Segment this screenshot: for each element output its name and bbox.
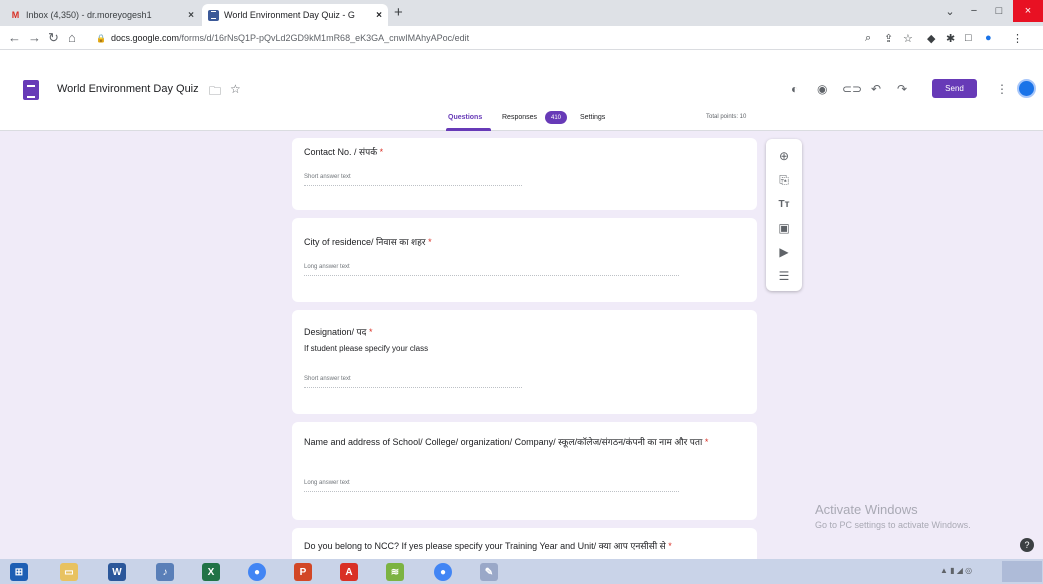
puzzle-icon[interactable]: ✱	[946, 32, 955, 45]
question-title: City of residence/ निवास का शहर *	[304, 237, 432, 247]
question-title: Contact No. / संपर्क *	[304, 147, 384, 157]
avatar[interactable]	[1017, 79, 1036, 98]
undo-icon[interactable]: ↶	[871, 82, 881, 96]
powerpoint-icon[interactable]: P	[294, 563, 312, 581]
lock-icon: 🔒	[96, 33, 106, 43]
home-icon[interactable]: ⌂	[68, 30, 76, 46]
long-answer-placeholder: Long answer text	[304, 480, 679, 492]
preview-icon[interactable]: ◉	[817, 82, 827, 96]
link-icon[interactable]: ⊂⊃	[842, 82, 862, 96]
tab-questions[interactable]: Questions	[448, 114, 482, 121]
forward-icon[interactable]: →	[28, 30, 41, 46]
word-icon[interactable]: W	[108, 563, 126, 581]
tab-inbox[interactable]: M Inbox (4,350) - dr.moreyogesh1 ×	[4, 4, 200, 26]
add-title-icon[interactable]: Tт	[775, 195, 793, 213]
move-to-folder-icon[interactable]: 🗀	[209, 82, 221, 103]
start-button-icon[interactable]: ⊞	[10, 563, 28, 581]
sidebar-icon[interactable]: □	[965, 32, 972, 44]
question-card[interactable]: Do you belong to NCC? If yes please spec…	[292, 528, 757, 559]
extension-icon[interactable]: ◆	[927, 32, 935, 45]
windows-taskbar: ⊞ ▭ W ♪ X ● P A ≋ ● ✎ ▲ ▮ ◢ ◎	[0, 559, 1043, 584]
forms-logo-icon[interactable]	[23, 80, 39, 100]
back-icon[interactable]: ←	[8, 30, 21, 46]
tab-responses[interactable]: Responses	[502, 114, 537, 121]
send-button[interactable]: Send	[932, 79, 977, 98]
maximize-button[interactable]: □	[987, 0, 1011, 22]
more-icon[interactable]: ⋮	[996, 82, 1008, 96]
short-answer-placeholder: Short answer text	[304, 376, 522, 388]
zoom-icon[interactable]: ⌕	[865, 32, 871, 45]
tab-quiz[interactable]: World Environment Day Quiz - G ×	[202, 4, 388, 26]
minimize-button[interactable]: −	[963, 0, 985, 22]
forms-icon	[208, 9, 219, 21]
add-image-icon[interactable]: ▣	[775, 219, 793, 237]
acrobat-icon[interactable]: A	[340, 563, 358, 581]
address-bar-row: ← → ↻ ⌂ 🔒 docs.google.com/forms/d/16rNsQ…	[0, 26, 1043, 50]
question-description: If student please specify your class	[304, 344, 429, 353]
clock[interactable]	[1002, 561, 1042, 582]
tab-title: Inbox (4,350) - dr.moreyogesh1	[26, 10, 152, 20]
bookmark-star-icon[interactable]: ☆	[903, 32, 913, 45]
url-input[interactable]: 🔒 docs.google.com/forms/d/16rNsQ1P-pQvLd…	[96, 31, 846, 45]
close-window-button[interactable]: ×	[1013, 0, 1043, 22]
add-video-icon[interactable]: ▶	[775, 243, 793, 261]
chrome-active-icon[interactable]: ●	[434, 563, 452, 581]
media-player-icon[interactable]: ♪	[156, 563, 174, 581]
profile-icon[interactable]: ●	[985, 32, 992, 44]
redo-icon[interactable]: ↷	[897, 82, 907, 96]
help-icon[interactable]: ?	[1020, 538, 1034, 552]
share-icon[interactable]: ⇪	[884, 32, 893, 45]
activate-windows-subtitle: Go to PC settings to activate Windows.	[815, 520, 971, 530]
reload-icon[interactable]: ↻	[48, 30, 59, 46]
url-domain: docs.google.com	[110, 33, 180, 43]
url-path: /forms/d/16rNsQ1P-pQvLd2GD9kM1mR68_eK3GA…	[179, 33, 470, 43]
gmail-icon: M	[11, 10, 20, 20]
form-title[interactable]: World Environment Day Quiz	[57, 83, 199, 95]
question-card[interactable]: Name and address of School/ College/ org…	[292, 422, 757, 520]
stack-app-icon[interactable]: ≋	[386, 563, 404, 581]
activate-windows-title: Activate Windows	[815, 502, 918, 517]
total-points: Total points: 10	[706, 114, 747, 120]
customize-theme-icon[interactable]: ◐	[791, 82, 798, 96]
question-card[interactable]: City of residence/ निवास का शहर * Long a…	[292, 218, 757, 302]
browser-menu-icon[interactable]: ⋮	[1012, 32, 1023, 45]
close-tab-icon[interactable]: ×	[376, 10, 382, 21]
tab-search-icon[interactable]: ⌄	[940, 0, 960, 22]
add-question-icon[interactable]: ⊕	[775, 147, 793, 165]
system-tray-icons[interactable]: ▲ ▮ ◢ ◎	[940, 566, 972, 575]
new-tab-button[interactable]: +	[394, 4, 403, 21]
question-title: Designation/ पद *	[304, 327, 373, 337]
file-explorer-icon[interactable]: ▭	[60, 563, 78, 581]
browser-tab-bar: M Inbox (4,350) - dr.moreyogesh1 × World…	[0, 0, 1043, 26]
tab-title: World Environment Day Quiz - G	[224, 10, 355, 20]
question-title: Name and address of School/ College/ org…	[304, 437, 709, 447]
forms-header: World Environment Day Quiz 🗀 ☆ ◐ ◉ ⊂⊃ ↶ …	[0, 50, 1043, 131]
tab-settings[interactable]: Settings	[580, 114, 605, 121]
question-title: Do you belong to NCC? If yes please spec…	[304, 541, 672, 551]
excel-icon[interactable]: X	[202, 563, 220, 581]
chrome-icon[interactable]: ●	[248, 563, 266, 581]
close-tab-icon[interactable]: ×	[188, 10, 194, 21]
responses-count-badge: 410	[545, 111, 567, 124]
active-tab-indicator	[446, 128, 491, 131]
question-card[interactable]: Contact No. / संपर्क * Short answer text	[292, 138, 757, 210]
import-questions-icon[interactable]: ⎘	[775, 171, 793, 189]
add-section-icon[interactable]: ☰	[775, 267, 793, 285]
star-icon[interactable]: ☆	[230, 82, 241, 96]
paint-icon[interactable]: ✎	[480, 563, 498, 581]
question-card[interactable]: Designation/ पद * If student please spec…	[292, 310, 757, 414]
question-toolbar: ⊕ ⎘ Tт ▣ ▶ ☰	[766, 139, 802, 291]
short-answer-placeholder: Short answer text	[304, 174, 522, 186]
long-answer-placeholder: Long answer text	[304, 264, 679, 276]
